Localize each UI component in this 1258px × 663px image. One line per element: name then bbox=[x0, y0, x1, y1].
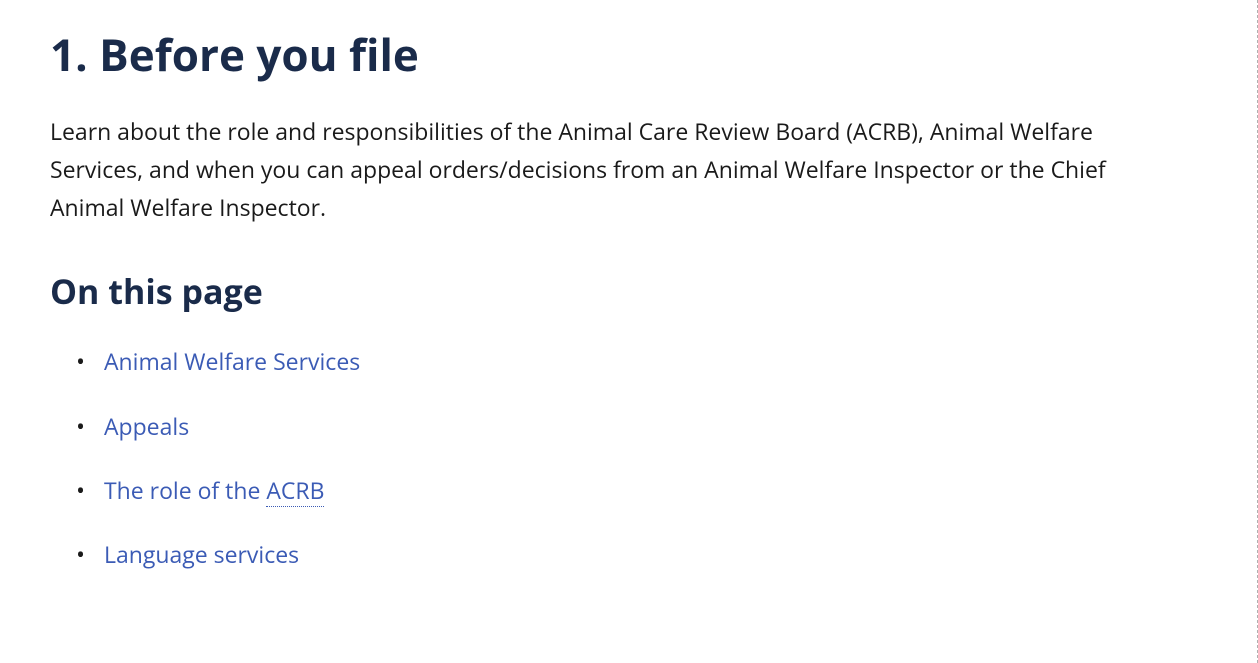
toc-link-animal-welfare-services[interactable]: Animal Welfare Services bbox=[104, 345, 360, 377]
toc-item: Language services bbox=[80, 538, 1160, 570]
toc-link-role-of-acrb[interactable]: The role of the ACRB bbox=[104, 474, 324, 507]
intro-paragraph: Learn about the role and responsibilitie… bbox=[50, 113, 1150, 227]
toc-item: Animal Welfare Services bbox=[80, 345, 1160, 377]
toc-link-appeals[interactable]: Appeals bbox=[104, 410, 189, 442]
toc-link-prefix: The role of the bbox=[104, 474, 266, 506]
toc-item: The role of the ACRB bbox=[80, 474, 1160, 506]
page-heading: 1. Before you file bbox=[50, 28, 1160, 81]
toc-heading: On this page bbox=[50, 271, 1160, 312]
toc-link-language-services[interactable]: Language services bbox=[104, 538, 299, 570]
acrb-abbr: ACRB bbox=[266, 474, 324, 507]
toc-list: Animal Welfare Services Appeals The role… bbox=[50, 345, 1160, 570]
toc-item: Appeals bbox=[80, 410, 1160, 442]
